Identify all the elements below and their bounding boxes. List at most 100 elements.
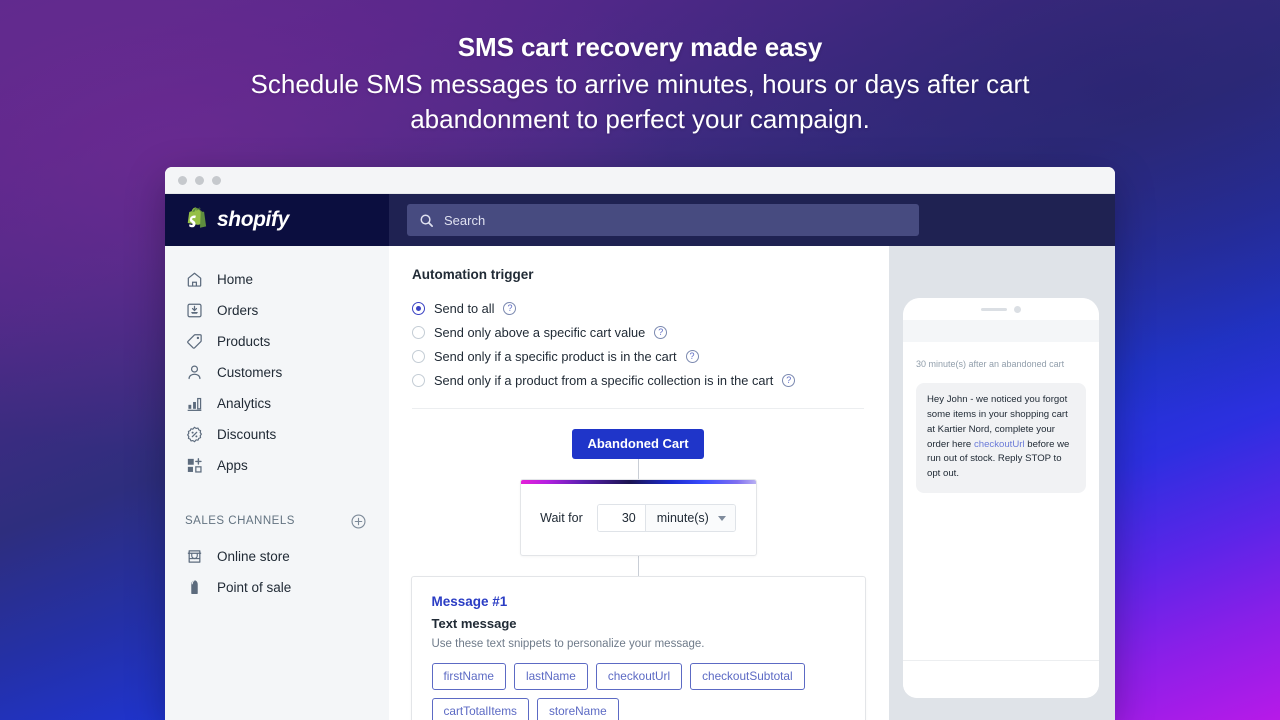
shopify-brand[interactable]: shopify: [165, 194, 389, 246]
sidebar-item-apps[interactable]: Apps: [165, 450, 389, 481]
help-icon[interactable]: ?: [685, 349, 699, 363]
flow-connector-bottom: [637, 556, 639, 576]
radio-button[interactable]: [412, 373, 425, 387]
snippet-chip[interactable]: checkoutUrl: [595, 663, 683, 690]
sidebar-item-customers[interactable]: Customers: [165, 357, 389, 388]
sidebar-item-label: Customers: [217, 365, 283, 380]
radio-label: Send only if a product from a specific c…: [434, 372, 774, 388]
wait-duration-control: 30 minute(s): [596, 504, 736, 532]
window-maximize-dot[interactable]: [212, 175, 221, 185]
wait-unit-value: minute(s): [656, 511, 709, 525]
snippet-chip[interactable]: firstName: [431, 663, 506, 690]
phone-top-bezel: [903, 298, 1099, 320]
discount-percent-icon: [187, 426, 202, 443]
automation-trigger-radio-group: Send to all ? Send only above a specific…: [412, 296, 864, 392]
sidebar-item-online-store[interactable]: Online store: [165, 541, 389, 572]
hero-subtitle: Schedule SMS messages to arrive minutes,…: [250, 69, 1030, 134]
sms-checkout-link: checkoutUrl: [973, 438, 1025, 450]
tag-icon: [187, 334, 202, 349]
bar-chart-icon: [187, 397, 202, 411]
preview-timing-label: 30 minute(s) after an abandoned cart: [916, 359, 1065, 369]
radio-option-cart-value[interactable]: Send only above a specific cart value ?: [412, 320, 864, 344]
page-title: Automation trigger: [412, 267, 534, 282]
help-icon[interactable]: ?: [503, 301, 517, 315]
main-content: Automation trigger Send to all ? Send on…: [389, 246, 889, 720]
sidebar-item-label: Orders: [217, 303, 259, 318]
app-top-navigation: shopify Search: [165, 194, 1115, 246]
sidebar-item-discounts[interactable]: Discounts: [165, 419, 389, 450]
sidebar-section-sales-channels: SALES CHANNELS: [165, 510, 389, 532]
radio-button[interactable]: [412, 349, 425, 363]
phone-mockup: 30 minute(s) after an abandoned cart Hey…: [903, 298, 1099, 698]
sms-preview-panel: 30 minute(s) after an abandoned cart Hey…: [889, 246, 1115, 720]
wait-unit-select[interactable]: minute(s): [644, 505, 735, 531]
window-minimize-dot[interactable]: [195, 175, 204, 185]
hero-headline-block: SMS cart recovery made easy Schedule SMS…: [0, 30, 1280, 136]
phone-screen: 30 minute(s) after an abandoned cart Hey…: [903, 342, 1099, 494]
sidebar-item-label: Online store: [217, 549, 290, 564]
wait-value-input[interactable]: 30: [597, 505, 645, 531]
sidebar-item-products[interactable]: Products: [165, 326, 389, 357]
help-icon[interactable]: ?: [782, 373, 796, 387]
help-icon[interactable]: ?: [654, 325, 668, 339]
sidebar-item-label: Point of sale: [217, 580, 292, 595]
browser-titlebar: [165, 167, 1115, 194]
radio-option-specific-product[interactable]: Send only if a specific product is in th…: [412, 344, 864, 368]
orders-inbox-icon: [187, 303, 202, 318]
pos-bag-icon: [191, 579, 198, 595]
snippet-chip[interactable]: checkoutSubtotal: [690, 663, 805, 690]
person-icon: [188, 365, 201, 380]
radio-label: Send to all: [434, 300, 495, 316]
home-icon: [187, 272, 202, 287]
shopify-logo-icon: [187, 207, 207, 228]
message-hint: Use these text snippets to personalize y…: [431, 638, 705, 650]
message-heading: Message #1: [431, 594, 508, 609]
search-area: Search: [389, 194, 1115, 246]
phone-bottom-bezel: [903, 660, 1099, 698]
wait-step-card: Wait for 30 minute(s): [519, 479, 757, 556]
sidebar-item-label: Analytics: [217, 396, 272, 411]
sidebar-item-label: Home: [217, 272, 254, 287]
sidebar: Home Orders Products Customers Analytics…: [165, 246, 389, 720]
sidebar-item-orders[interactable]: Orders: [165, 295, 389, 326]
sidebar-item-label: Apps: [217, 458, 248, 473]
hero-title: SMS cart recovery made easy: [457, 32, 823, 62]
message-card: Message #1 Text message Use these text s…: [410, 576, 866, 720]
trigger-badge-abandoned-cart[interactable]: Abandoned Cart: [572, 429, 704, 459]
radio-button[interactable]: [412, 301, 425, 315]
snippet-chip[interactable]: cartTotalItems: [431, 698, 529, 720]
phone-status-bar: [903, 320, 1099, 342]
message-type-label: Text message: [431, 616, 517, 631]
chevron-down-icon: [717, 515, 726, 521]
plus-circle-icon[interactable]: [350, 513, 367, 530]
sidebar-item-home[interactable]: Home: [165, 264, 389, 295]
search-input[interactable]: Search: [407, 204, 919, 236]
apps-grid-plus-icon: [187, 458, 202, 473]
phone-camera-icon: [1014, 305, 1021, 313]
search-icon: [420, 214, 433, 227]
snippet-chip[interactable]: storeName: [536, 698, 619, 720]
snippet-chip[interactable]: lastName: [513, 663, 588, 690]
flow-connector-top: [637, 459, 639, 479]
automation-flow: Abandoned Cart Wait for 30 minute(s) Mes…: [410, 429, 866, 720]
search-placeholder: Search: [444, 212, 486, 228]
sms-message-bubble: Hey John - we noticed you forgot some it…: [916, 383, 1086, 494]
sidebar-section-label: SALES CHANNELS: [185, 515, 295, 527]
snippet-chip-list: firstName lastName checkoutUrl checkoutS…: [431, 663, 845, 720]
storefront-icon: [187, 550, 202, 563]
brand-wordmark: shopify: [217, 208, 289, 231]
app-body: Home Orders Products Customers Analytics…: [165, 246, 1115, 720]
sidebar-item-label: Products: [217, 334, 271, 349]
radio-label: Send only above a specific cart value: [434, 324, 646, 340]
radio-label: Send only if a specific product is in th…: [434, 348, 677, 364]
radio-option-specific-collection[interactable]: Send only if a product from a specific c…: [412, 368, 864, 392]
sidebar-item-label: Discounts: [217, 427, 277, 442]
radio-button[interactable]: [412, 325, 425, 339]
phone-speaker-icon: [981, 307, 1007, 311]
window-close-dot[interactable]: [178, 175, 187, 185]
wait-for-label: Wait for: [540, 511, 583, 525]
radio-option-send-to-all[interactable]: Send to all ?: [412, 296, 864, 320]
sidebar-item-analytics[interactable]: Analytics: [165, 388, 389, 419]
sidebar-item-point-of-sale[interactable]: Point of sale: [165, 572, 389, 603]
section-divider: [412, 408, 864, 409]
